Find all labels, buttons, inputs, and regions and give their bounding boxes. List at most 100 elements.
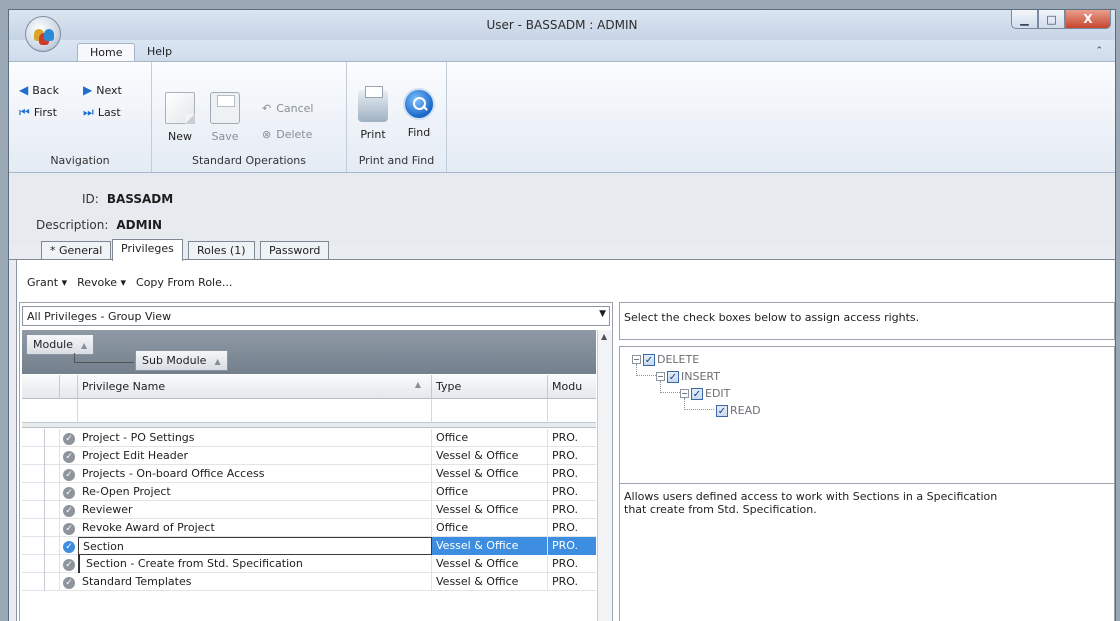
last-button[interactable]: ⏭ Last <box>83 105 121 120</box>
sort-asc-icon: ▲ <box>414 380 421 389</box>
group-by-area: Module ▲ Sub Module ▲ <box>22 330 596 374</box>
find-button[interactable]: Find <box>399 88 439 139</box>
header-module[interactable]: Modu <box>548 375 596 399</box>
minimize-button[interactable]: ▁ <box>1011 10 1038 29</box>
row-indent <box>22 447 60 465</box>
row-type: Office <box>432 429 548 447</box>
close-button[interactable]: X <box>1065 10 1111 29</box>
ribbon-tab-home[interactable]: Home <box>77 43 136 61</box>
table-row[interactable]: ✓ Project - PO Settings Office PRO. <box>22 429 596 447</box>
description-label: Description: <box>36 218 109 232</box>
filter-type-cell[interactable] <box>432 399 548 423</box>
print-find-group-label: Print and Find <box>358 154 435 167</box>
row-check[interactable]: ✓ <box>60 573 78 591</box>
header-privilege-name[interactable]: Privilege Name ▲ <box>78 375 432 399</box>
grant-menu-button[interactable]: Grant ▾ <box>27 276 67 289</box>
group-module-label: Module <box>33 338 73 351</box>
header-name-label: Privilege Name <box>82 380 166 393</box>
row-type: Vessel & Office <box>432 537 548 555</box>
collapse-icon[interactable]: − <box>680 389 689 398</box>
check-circle-icon: ✓ <box>63 505 75 517</box>
table-row[interactable]: ✓ Projects - On-board Office Access Vess… <box>22 465 596 483</box>
row-check[interactable]: ✓ <box>60 555 78 573</box>
row-indent <box>22 555 60 573</box>
dropdown-caret-icon: ▼ <box>599 309 606 319</box>
header-check-cell <box>60 375 78 399</box>
maximize-button[interactable]: □ <box>1038 10 1065 29</box>
back-button[interactable]: ◀ Back <box>19 83 59 97</box>
ribbon-collapse-icon[interactable]: ⌃ <box>1095 46 1103 56</box>
print-find-group: Print Find Print and Find <box>347 62 447 172</box>
filter-name-cell[interactable] <box>78 399 432 423</box>
revoke-menu-button[interactable]: Revoke ▾ <box>77 276 126 289</box>
collapse-icon[interactable]: − <box>656 372 665 381</box>
print-button[interactable]: Print <box>353 86 393 141</box>
privileges-toolbar: Grant ▾ Revoke ▾ Copy From Role... <box>27 276 232 289</box>
delete-label: Delete <box>276 128 313 141</box>
sort-asc-icon: ▲ <box>81 341 88 350</box>
app-menu-orb-icon[interactable] <box>25 16 61 52</box>
row-check[interactable]: ✓ <box>60 501 78 519</box>
ribbon-tab-help[interactable]: Help <box>135 43 184 61</box>
navigation-group: ◀ Back ▶ Next ⏮ First ⏭ Last Navigation <box>9 62 152 172</box>
collapse-icon[interactable]: − <box>632 355 641 364</box>
row-type: Office <box>432 519 548 537</box>
row-indent <box>22 465 60 483</box>
table-row[interactable]: ✓ Revoke Award of Project Office PRO. <box>22 519 596 537</box>
check-circle-icon: ✓ <box>63 451 75 463</box>
tab-password[interactable]: Password <box>260 241 330 260</box>
copy-from-role-button[interactable]: Copy From Role... <box>136 276 232 289</box>
table-row[interactable]: ✓ Project Edit Header Vessel & Office PR… <box>22 447 596 465</box>
grid-filter-row[interactable] <box>22 399 596 423</box>
scroll-up-icon[interactable]: ▲ <box>601 332 607 341</box>
row-check[interactable]: ✓ <box>60 447 78 465</box>
last-label: Last <box>97 106 121 119</box>
access-rights-panel: Select the check boxes below to assign a… <box>619 302 1115 621</box>
check-circle-icon: ✓ <box>63 541 75 553</box>
id-row: ID: BASSADM <box>82 192 173 206</box>
first-button[interactable]: ⏮ First <box>19 105 57 120</box>
row-check[interactable]: ✓ <box>60 483 78 501</box>
row-indent <box>22 573 60 591</box>
row-module: PRO. <box>552 575 578 588</box>
group-by-submodule-chip[interactable]: Sub Module ▲ <box>135 350 228 371</box>
save-button[interactable]: Save <box>205 92 245 143</box>
group-by-module-chip[interactable]: Module ▲ <box>26 334 95 355</box>
new-button[interactable]: New <box>160 92 200 143</box>
description-value: ADMIN <box>116 218 163 232</box>
row-check[interactable]: ✓ <box>60 519 78 537</box>
table-row[interactable]: ✓ Re-Open Project Office PRO. <box>22 483 596 501</box>
window-controls: ▁ □ X <box>1011 10 1111 29</box>
checkbox-checked-icon[interactable]: ✓ <box>716 404 728 417</box>
next-button[interactable]: ▶ Next <box>83 83 122 97</box>
new-label: New <box>168 130 192 143</box>
save-label: Save <box>211 130 239 143</box>
row-check[interactable]: ✓ <box>60 429 78 447</box>
tab-general[interactable]: * General <box>41 241 112 260</box>
privileges-rows: ✓ Project - PO Settings Office PRO. ✓ Pr… <box>22 429 596 591</box>
row-indent <box>22 519 60 537</box>
tree-label-insert: INSERT <box>681 370 720 383</box>
header-type[interactable]: Type <box>432 375 548 399</box>
row-module: PRO. <box>552 521 578 534</box>
tab-privileges[interactable]: Privileges <box>112 239 183 261</box>
check-circle-icon: ✓ <box>63 487 75 499</box>
cancel-icon: ↶ <box>262 102 272 115</box>
tree-connector <box>636 364 656 376</box>
table-row[interactable]: ✓ Section - Create from Std. Specificati… <box>22 555 596 573</box>
row-check[interactable]: ✓ <box>60 465 78 483</box>
table-row[interactable]: ✓ Reviewer Vessel & Office PRO. <box>22 501 596 519</box>
table-row-selected[interactable]: ✓ Section Vessel & Office PRO. <box>22 537 596 555</box>
view-mode-select[interactable]: All Privileges - Group View ▼ <box>22 306 610 326</box>
tab-roles[interactable]: Roles (1) <box>188 241 255 260</box>
row-indent <box>22 483 60 501</box>
cancel-button[interactable]: ↶ Cancel <box>262 102 313 115</box>
tree-node-read[interactable]: ✓ READ <box>716 404 761 417</box>
table-row[interactable]: ✓ Standard Templates Vessel & Office PRO… <box>22 573 596 591</box>
delete-button[interactable]: ⊗ Delete <box>262 128 312 141</box>
id-label: ID: <box>82 192 99 206</box>
check-circle-icon: ✓ <box>63 577 75 589</box>
arrow-left-icon: ◀ <box>19 83 29 97</box>
grid-vertical-scrollbar[interactable]: ▲ <box>597 330 612 621</box>
row-check[interactable]: ✓ <box>60 537 78 555</box>
